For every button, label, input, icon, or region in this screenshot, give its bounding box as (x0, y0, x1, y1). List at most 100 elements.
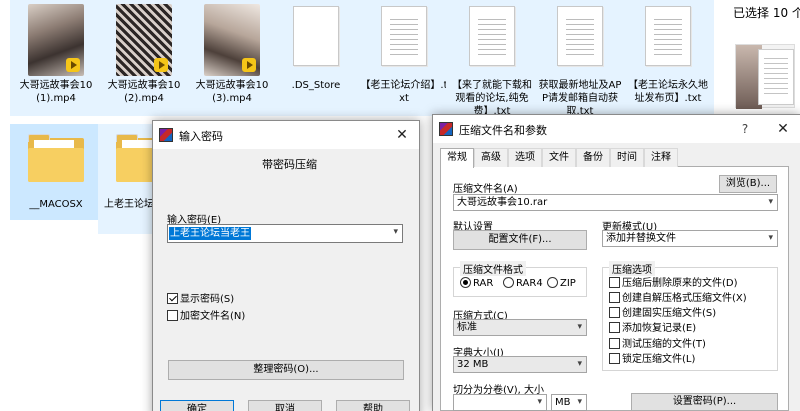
radio-selected[interactable] (460, 277, 471, 288)
file-name: 大哥远故事会10(1).mp4 (19, 80, 93, 104)
update-mode-value: 添加并替换文件 (606, 233, 676, 244)
video-thumbnail (204, 4, 260, 76)
format-rar-radio[interactable]: RAR (460, 277, 493, 290)
password-dialog-subtitle: 带密码压缩 (262, 158, 317, 171)
show-password-checkbox[interactable]: 显示密码(S) (167, 293, 234, 306)
radio-unselected[interactable] (547, 277, 558, 288)
chevron-down-icon[interactable]: ▾ (768, 195, 773, 210)
checkbox-checked[interactable] (167, 293, 178, 304)
chevron-down-icon[interactable]: ▾ (577, 357, 582, 372)
set-password-button[interactable]: 设置密码(P)... (631, 393, 778, 411)
file-item[interactable]: 【来了就能下载和观看的论坛,纯免费】.txt (446, 0, 538, 117)
chevron-down-icon[interactable]: ▾ (577, 320, 582, 335)
tab-general[interactable]: 常规 (440, 148, 474, 168)
test-archived-files-checkbox[interactable]: 测试压缩的文件(T) (609, 338, 706, 351)
file-name: 【老王论坛永久地址发布页】.txt (628, 80, 708, 104)
tab-advanced[interactable]: 高级 (474, 148, 508, 167)
tab-options[interactable]: 选项 (508, 148, 542, 167)
checkbox-label: 锁定压缩文件(L) (622, 354, 696, 365)
folder-icon (28, 134, 84, 182)
file-item[interactable]: 获取最新地址及APP请发邮箱自动获取.txt (534, 0, 626, 117)
dict-size-value: 32 MB (457, 359, 489, 370)
video-play-icon (242, 58, 256, 72)
checkbox-unchecked[interactable] (609, 353, 620, 364)
folder-name: __MACOSX (29, 199, 83, 210)
file-name: 【来了就能下载和观看的论坛,纯免费】.txt (452, 80, 532, 117)
file-name: 【老王论坛介绍】.txt (360, 80, 448, 104)
close-icon[interactable]: ✕ (385, 121, 419, 149)
tab-backup[interactable]: 备份 (576, 148, 610, 167)
file-item[interactable]: 大哥远故事会10(2).mp4 (98, 0, 190, 116)
checkbox-unchecked[interactable] (609, 322, 620, 333)
file-icon (293, 6, 339, 66)
delete-after-archiving-checkbox[interactable]: 压缩后删除原来的文件(D) (609, 277, 738, 290)
profiles-button[interactable]: 配置文件(F)... (453, 230, 587, 250)
add-recovery-record-checkbox[interactable]: 添加恢复记录(E) (609, 322, 696, 335)
archive-name-label: 压缩文件名(A) (453, 184, 518, 195)
file-item[interactable]: 【老王论坛永久地址发布页】.txt (622, 0, 714, 116)
radio-label: ZIP (560, 278, 576, 289)
folder-item[interactable]: __MACOSX (10, 124, 102, 220)
ok-button[interactable]: 确定 (160, 400, 234, 411)
split-unit-select[interactable]: MB ▾ (551, 394, 587, 411)
file-item[interactable]: .DS_Store (270, 0, 362, 116)
password-value: 上老王论坛当老王 (169, 227, 251, 240)
help-icon[interactable]: ? (730, 115, 760, 143)
checkbox-unchecked[interactable] (609, 307, 620, 318)
close-icon[interactable]: ✕ (766, 115, 800, 143)
selection-status: 已选择 10 个 (733, 6, 800, 20)
format-zip-radio[interactable]: ZIP (547, 277, 576, 290)
tab-files[interactable]: 文件 (542, 148, 576, 167)
video-thumbnail (116, 4, 172, 76)
organize-passwords-button[interactable]: 整理密码(O)... (168, 360, 404, 380)
text-file-icon (469, 6, 515, 66)
radio-unselected[interactable] (503, 277, 514, 288)
split-size-input[interactable]: ▾ (453, 394, 547, 411)
checkbox-label: 创建自解压格式压缩文件(X) (622, 293, 747, 304)
chevron-down-icon[interactable]: ▾ (393, 227, 398, 237)
checkbox-unchecked[interactable] (167, 310, 178, 321)
encrypt-names-checkbox[interactable]: 加密文件名(N) (167, 310, 245, 323)
create-solid-checkbox[interactable]: 创建固实压缩文件(S) (609, 307, 716, 320)
tab-time[interactable]: 时间 (610, 148, 644, 167)
text-file-icon (557, 6, 603, 66)
options-group-title: 压缩选项 (609, 261, 655, 276)
file-name: 大哥远故事会10(2).mp4 (107, 80, 181, 104)
checkbox-label: 添加恢复记录(E) (622, 323, 697, 334)
tab-comment[interactable]: 注释 (644, 148, 678, 167)
method-value: 标准 (457, 322, 477, 333)
winrar-icon (159, 128, 173, 142)
file-name: 获取最新地址及APP请发邮箱自动获取.txt (538, 80, 622, 117)
format-rar4-radio[interactable]: RAR4 (503, 277, 543, 290)
split-unit-value: MB (555, 397, 571, 408)
file-name: .DS_Store (291, 80, 341, 91)
checkbox-unchecked[interactable] (609, 292, 620, 303)
file-item[interactable]: 大哥远故事会10(1).mp4 (10, 0, 102, 116)
checkbox-label: 创建固实压缩文件(S) (622, 308, 717, 319)
winrar-icon (439, 122, 453, 136)
chevron-down-icon[interactable]: ▾ (768, 231, 773, 246)
file-item[interactable]: 【老王论坛介绍】.txt (358, 0, 450, 116)
cancel-button[interactable]: 取消 (248, 400, 322, 411)
archive-name-input[interactable]: 大哥远故事会10.rar ▾ (453, 194, 778, 211)
dict-size-select[interactable]: 32 MB ▾ (453, 356, 587, 373)
password-dialog-title: 输入密码 (179, 130, 223, 143)
checkbox-label: 压缩后删除原来的文件(D) (622, 278, 738, 289)
browse-button[interactable]: 浏览(B)... (719, 175, 777, 193)
create-sfx-checkbox[interactable]: 创建自解压格式压缩文件(X) (609, 292, 747, 305)
password-input[interactable]: 上老王论坛当老王 ▾ (167, 224, 403, 243)
checkbox-unchecked[interactable] (609, 277, 620, 288)
checkbox-unchecked[interactable] (609, 338, 620, 349)
show-password-label: 显示密码(S) (180, 294, 235, 305)
chevron-down-icon[interactable]: ▾ (537, 395, 542, 410)
chevron-down-icon[interactable]: ▾ (577, 395, 582, 410)
update-mode-select[interactable]: 添加并替换文件 ▾ (602, 230, 778, 247)
file-name: 大哥远故事会10(3).mp4 (195, 80, 269, 104)
help-button[interactable]: 帮助 (336, 400, 410, 411)
preview-thumbnail (735, 44, 795, 109)
lock-archive-checkbox[interactable]: 锁定压缩文件(L) (609, 353, 695, 366)
video-play-icon (66, 58, 80, 72)
method-select[interactable]: 标准 ▾ (453, 319, 587, 336)
archive-name-value: 大哥远故事会10.rar (457, 197, 548, 208)
file-item[interactable]: 大哥远故事会10(3).mp4 (186, 0, 278, 116)
